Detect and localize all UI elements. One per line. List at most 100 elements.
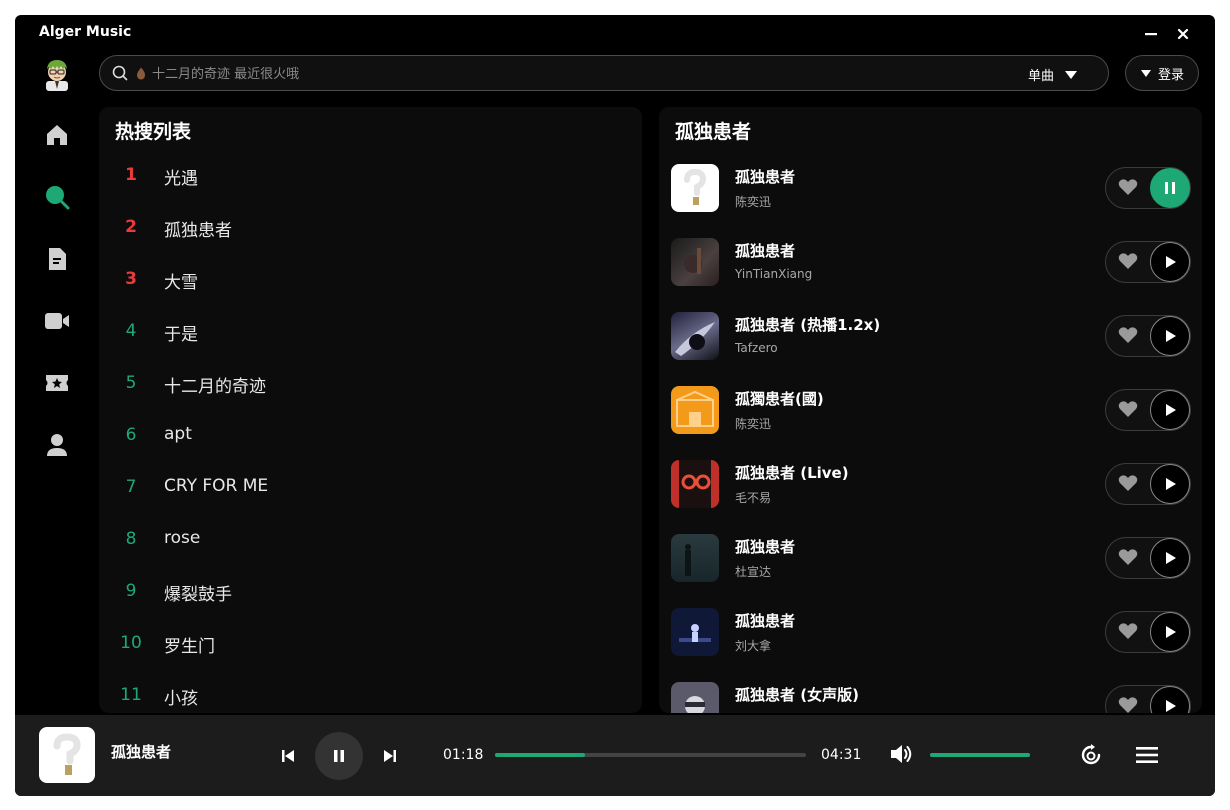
album-art-icon [685,696,705,713]
nav-search[interactable] [43,183,71,211]
play-pause-button[interactable] [315,732,363,780]
hot-item[interactable]: 10 罗生门 [99,621,642,667]
hot-item[interactable]: 8 rose [99,517,642,563]
hot-rank: 5 [125,373,137,393]
play-button[interactable] [1150,242,1190,282]
hot-rank: 4 [125,321,137,341]
nav-playlist[interactable] [43,245,71,273]
minimize-button[interactable] [1140,23,1162,45]
song-row[interactable]: 孤独患者 杜宣达 [659,534,1202,598]
search-type-label: 单曲 [1028,69,1055,84]
song-row[interactable]: 孤独患者 (女声版) [659,682,1202,713]
total-time: 04:31 [821,747,862,763]
hot-name: rose [164,528,201,548]
song-title: 孤独患者 (Live) [735,464,849,482]
hot-item[interactable]: 6 apt [99,413,642,459]
nav-home[interactable] [43,121,71,149]
progress-slider[interactable] [495,753,806,757]
close-icon [1177,28,1189,40]
play-button[interactable] [1150,464,1190,504]
song-title: 孤独患者 [735,538,796,556]
search-results-panel: 孤独患者 孤独患者 陈奕迅 孤独患者 YinTianXiang 孤独患者 (热播… [659,107,1202,713]
hot-rank: 9 [125,581,137,601]
player-cover[interactable] [39,727,95,783]
play-icon [1166,256,1176,268]
flame-icon [137,67,145,80]
hot-name: 于是 [164,325,198,345]
play-icon [1166,700,1176,712]
avatar-icon [46,60,68,91]
play-button[interactable] [1150,538,1190,578]
close-button[interactable] [1172,23,1194,45]
loop-mode-button[interactable] [1079,743,1103,767]
song-artist: Tafzero [735,341,778,355]
search-type-select[interactable]: 单曲 [1028,65,1078,84]
heart-icon[interactable] [1118,400,1138,418]
pause-button[interactable] [1150,168,1190,208]
progress-fill [495,753,585,757]
question-cover-icon [53,733,81,775]
heart-icon[interactable] [1118,474,1138,492]
play-icon [1166,330,1176,342]
song-title: 孤独患者 (热播1.2x) [735,316,881,334]
hot-item[interactable]: 3 大雪 [99,257,642,303]
login-label: 登录 [1157,67,1184,83]
user-icon [47,434,67,456]
heart-icon[interactable] [1118,326,1138,344]
document-icon [49,248,66,270]
volume-icon[interactable] [889,743,913,765]
hot-item[interactable]: 7 CRY FOR ME [99,465,642,511]
login-button[interactable]: 登录 [1125,55,1199,91]
hot-name: 爆裂鼓手 [164,585,232,605]
song-row[interactable]: 孤獨患者(國) 陈奕迅 [659,386,1202,450]
hot-item[interactable]: 5 十二月的奇迹 [99,361,642,407]
song-actions [1105,537,1191,579]
volume-slider[interactable] [930,753,1030,757]
heart-icon[interactable] [1118,178,1138,196]
song-row[interactable]: 孤独患者 YinTianXiang [659,238,1202,302]
hot-item[interactable]: 11 小孩 [99,673,642,713]
play-button[interactable] [1150,612,1190,652]
song-row[interactable]: 孤独患者 陈奕迅 [659,164,1202,228]
volume-fill [930,753,1030,757]
song-actions [1105,167,1191,209]
next-button[interactable] [379,745,401,767]
search-input[interactable] [150,62,1014,86]
nav-user[interactable] [43,431,71,459]
play-button[interactable] [1150,316,1190,356]
video-icon [45,313,69,329]
song-cover [671,608,719,656]
pause-icon [334,750,344,762]
app-title: Alger Music [39,24,132,40]
hot-item[interactable]: 9 爆裂鼓手 [99,569,642,615]
current-time: 01:18 [443,747,484,763]
song-row[interactable]: 孤独患者 (热播1.2x) Tafzero [659,312,1202,376]
play-button[interactable] [1150,686,1190,713]
song-cover [671,238,719,286]
album-art-icon [675,322,715,356]
heart-icon[interactable] [1118,252,1138,270]
nav-ranking[interactable] [43,369,71,397]
song-artist: YinTianXiang [735,267,813,281]
avatar[interactable] [42,57,72,91]
heart-icon[interactable] [1118,622,1138,640]
minimize-icon [1145,33,1157,36]
hot-rank: 6 [125,425,137,445]
playlist-button[interactable] [1133,743,1161,767]
hot-name: 小孩 [164,689,198,709]
hot-item[interactable]: 1 光遇 [99,153,642,199]
hot-item[interactable]: 4 于是 [99,309,642,355]
heart-icon[interactable] [1118,548,1138,566]
song-row[interactable]: 孤独患者 (Live) 毛不易 [659,460,1202,524]
nav-mv[interactable] [43,307,71,335]
song-artist: 杜宣达 [735,565,772,579]
hot-name: CRY FOR ME [164,476,269,496]
previous-button[interactable] [277,745,299,767]
song-row[interactable]: 孤独患者 刘大拿 [659,608,1202,672]
play-button[interactable] [1150,390,1190,430]
hot-item[interactable]: 2 孤独患者 [99,205,642,251]
home-icon [47,125,67,145]
heart-icon[interactable] [1118,696,1138,713]
song-cover [671,386,719,434]
hot-rank: 2 [125,217,137,237]
